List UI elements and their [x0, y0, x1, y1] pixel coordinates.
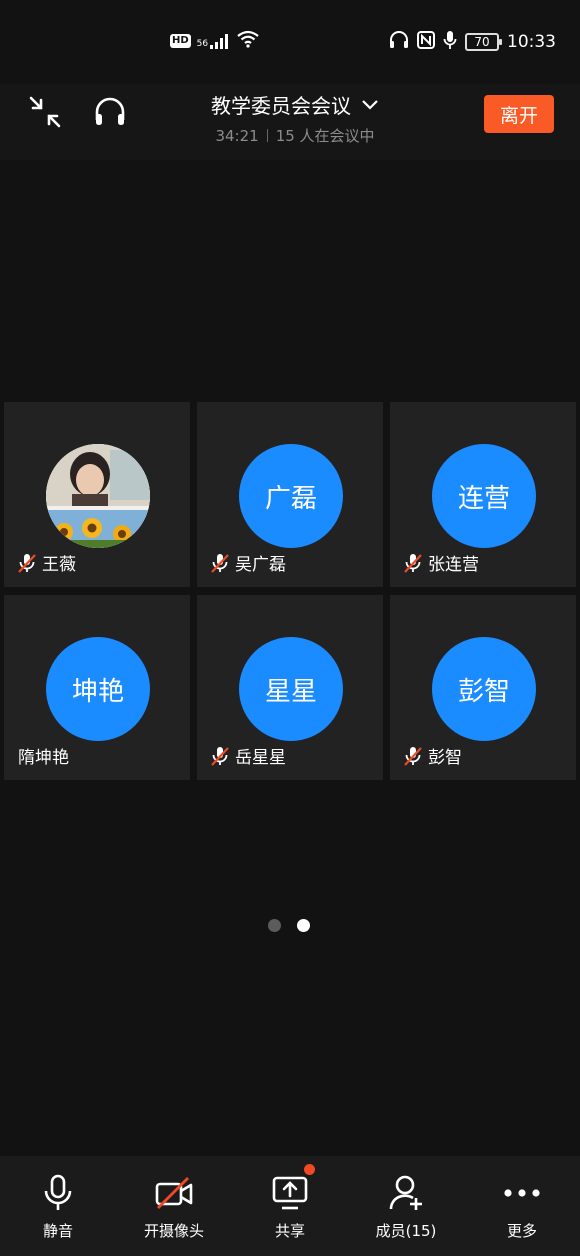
battery-icon: 70: [465, 33, 502, 51]
headset-icon: [389, 31, 409, 53]
signal-icon: 56: [197, 33, 231, 49]
participant-tile[interactable]: 彭智 彭智: [390, 595, 576, 780]
divider: [266, 129, 268, 142]
clock: 10:33: [507, 32, 556, 52]
share-label: 共享: [274, 1222, 305, 1240]
status-bar-system: 70 10:33: [389, 30, 556, 54]
avatar: 星星: [239, 637, 343, 741]
participant-tile[interactable]: 连营 张连营: [390, 402, 576, 587]
microphone-icon: [44, 1174, 72, 1210]
headphones-icon: [95, 97, 125, 125]
status-bar: HD 56 70 10:33: [0, 0, 580, 84]
more-label: 更多: [506, 1222, 537, 1240]
meeting-duration: 34:21: [215, 126, 259, 145]
notification-dot: [304, 1164, 315, 1175]
camera-button[interactable]: 开摄像头: [116, 1156, 232, 1256]
mic-muted-icon: [211, 746, 229, 766]
camera-off-icon: [155, 1177, 193, 1209]
chevron-down-icon: [362, 99, 378, 110]
meeting-title: 教学委员会会议: [211, 94, 351, 118]
avatar: 彭智: [432, 637, 536, 741]
hd-icon: HD: [170, 34, 191, 48]
avatar: 坤艳: [46, 637, 150, 741]
wifi-icon: [237, 30, 259, 52]
profile-photo: [46, 444, 150, 548]
share-button[interactable]: 共享: [232, 1156, 348, 1256]
participant-name: 彭智: [428, 748, 462, 768]
participant-name: 王薇: [42, 555, 76, 575]
screen-share-icon: [272, 1176, 308, 1210]
meeting-info[interactable]: 教学委员会会议 34:21 15 人在会议中: [150, 90, 440, 146]
avatar: 连营: [432, 444, 536, 548]
participant-name: 吴广磊: [235, 555, 286, 575]
nfc-icon: [417, 31, 435, 53]
add-member-icon: [389, 1175, 422, 1210]
participant-grid: 王薇 广磊 吴广磊 连营 张连营 坤艳 隋坤艳 星星 岳星星 彭智 彭智: [4, 402, 576, 780]
avatar: [46, 444, 150, 548]
camera-label: 开摄像头: [143, 1222, 204, 1240]
more-dots-icon: [504, 1189, 540, 1197]
mic-muted-icon: [18, 553, 36, 573]
status-bar-network: HD 56: [170, 30, 259, 52]
mic-icon: [443, 30, 457, 54]
participant-name: 岳星星: [235, 748, 286, 768]
page-indicator: [268, 919, 310, 932]
participant-tile[interactable]: 王薇: [4, 402, 190, 587]
mute-label: 静音: [42, 1222, 73, 1240]
participant-name: 隋坤艳: [18, 748, 69, 768]
members-label: 成员(15): [375, 1222, 437, 1240]
avatar: 广磊: [239, 444, 343, 548]
participant-tile[interactable]: 星星 岳星星: [197, 595, 383, 780]
collapse-icon: [29, 96, 61, 128]
participant-tile[interactable]: 坤艳 隋坤艳: [4, 595, 190, 780]
participant-count: 15 人在会议中: [275, 127, 375, 145]
leave-button[interactable]: 离开: [484, 95, 554, 133]
members-button[interactable]: 成员(15): [348, 1156, 464, 1256]
meeting-header: 教学委员会会议 34:21 15 人在会议中 离开: [0, 84, 580, 160]
more-button[interactable]: 更多: [464, 1156, 580, 1256]
mic-muted-icon: [404, 746, 422, 766]
audio-output-button[interactable]: [90, 92, 130, 132]
meeting-toolbar: 静音 开摄像头 共享 成员(15) 更多: [0, 1156, 580, 1256]
page-dot-2-active[interactable]: [297, 919, 310, 932]
participant-name: 张连营: [428, 555, 479, 575]
page-dot-1[interactable]: [268, 919, 281, 932]
participant-tile[interactable]: 广磊 吴广磊: [197, 402, 383, 587]
mute-button[interactable]: 静音: [0, 1156, 116, 1256]
minimize-button[interactable]: [25, 92, 65, 132]
mic-muted-icon: [211, 553, 229, 573]
mic-muted-icon: [404, 553, 422, 573]
